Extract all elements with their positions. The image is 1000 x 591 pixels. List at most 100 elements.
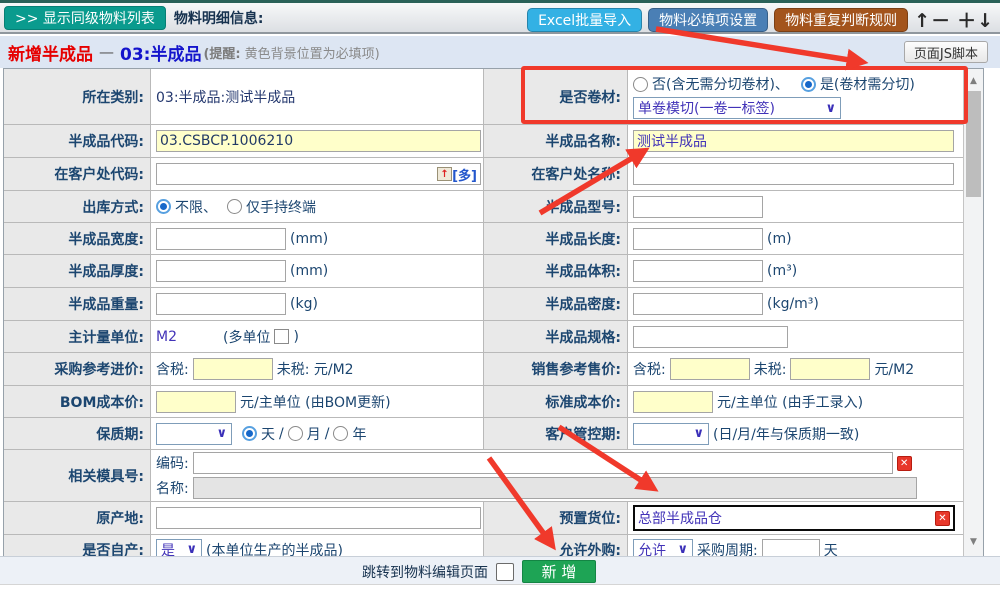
excel-batch-import-button[interactable]: Excel批量导入	[527, 8, 642, 32]
outsource-label: 允许外购:	[484, 535, 628, 557]
outbound-handheld-radio[interactable]	[227, 199, 242, 214]
outbound-any-radio[interactable]	[156, 199, 171, 214]
length-unit: (m)	[767, 231, 792, 247]
roll-no-label: 否(含无需分切卷材)、	[652, 74, 789, 94]
purchase-cycle-unit: 天	[824, 540, 838, 558]
std-cost-cell: 元/主单位 (由手工录入)	[628, 386, 963, 417]
shelf-year-label: 年	[352, 424, 366, 444]
multi-select-icon[interactable]: [多]	[452, 165, 477, 184]
preset-location-input[interactable]: 总部半成品仓 ✕	[633, 505, 955, 531]
origin-label: 原产地:	[4, 502, 151, 534]
width-unit: (mm)	[290, 231, 328, 247]
sale-untaxed-input[interactable]	[790, 358, 870, 380]
purchase-tax-label: 含税:	[156, 359, 189, 379]
category-title: 03:半成品	[120, 40, 201, 65]
weight-input[interactable]	[156, 293, 286, 315]
volume-label: 半成品体积:	[484, 255, 628, 287]
purchase-cycle-input[interactable]	[762, 539, 820, 558]
volume-cell: (m³)	[628, 255, 963, 287]
clear-location-icon[interactable]: ✕	[935, 511, 950, 526]
shelf-day-radio[interactable]	[242, 426, 257, 441]
clear-mold-icon[interactable]: ✕	[897, 456, 912, 471]
weight-cell: (kg)	[151, 288, 484, 320]
collapse-icon[interactable]: ↑－	[914, 6, 951, 33]
model-cell	[628, 191, 963, 222]
multi-unit-prefix: (多单位	[223, 327, 270, 347]
mold-code-label: 编码:	[156, 453, 189, 473]
shelf-life-select[interactable]: ∨	[156, 423, 232, 445]
scroll-down-icon[interactable]: ▼	[964, 534, 983, 550]
roll-no-radio[interactable]	[633, 77, 648, 92]
multi-unit-suffix: )	[293, 329, 298, 345]
page-title: 新增半成品	[8, 40, 93, 65]
scroll-up-icon[interactable]: ▲	[964, 73, 983, 89]
semi-product-name-input[interactable]: 测试半成品	[633, 130, 954, 152]
scrollbar-thumb[interactable]	[966, 91, 981, 197]
density-input[interactable]	[633, 293, 763, 315]
shelf-month-radio[interactable]	[288, 426, 303, 441]
model-input[interactable]	[633, 196, 763, 218]
outbound-handheld-label: 仅手持终端	[246, 197, 316, 217]
length-input[interactable]	[633, 228, 763, 250]
outsource-select[interactable]: 允许 ∨	[633, 539, 693, 558]
control-select[interactable]: ∨	[633, 423, 709, 445]
hint-text: 黄色背景位置为必填项)	[245, 43, 380, 62]
toolbar-right-group: Excel批量导入 物料必填项设置 物料重复判断规则 ↑－ ＋↓	[527, 6, 994, 33]
volume-input[interactable]	[633, 260, 763, 282]
shelf-day-label: 天	[261, 424, 275, 444]
sale-tax-input[interactable]	[670, 358, 750, 380]
required-fields-setting-button[interactable]: 物料必填项设置	[648, 8, 768, 32]
outbound-any-label: 不限、	[175, 197, 217, 217]
page-header: 新增半成品 — 03:半成品 (提醒: 黄色背景位置为必填项) 页面JS脚本	[0, 36, 1000, 68]
purchase-cycle-label: 采购周期:	[697, 540, 758, 558]
customer-code-input[interactable]: ↑ [多]	[156, 163, 481, 185]
row-purchase-sale-price: 采购参考进价: 含税: 未税: 元/M2 销售参考售价: 含税: 未税: 元/M…	[4, 353, 963, 386]
outsource-cell: 允许 ∨ 采购周期: 天	[628, 535, 963, 557]
self-made-label: 是否自产:	[4, 535, 151, 557]
width-cell: (mm)	[151, 223, 484, 254]
row-outbound-model: 出库方式: 不限、 仅手持终端 半成品型号:	[4, 191, 963, 223]
thickness-input[interactable]	[156, 260, 286, 282]
control-label: 客户管控期:	[484, 418, 628, 449]
mold-name-input	[193, 477, 917, 499]
shelf-year-radio[interactable]	[333, 426, 348, 441]
customer-name-input[interactable]	[633, 163, 954, 185]
std-cost-input[interactable]	[633, 391, 713, 413]
code-label: 半成品代码:	[4, 125, 151, 157]
chevron-down-icon: ∨	[186, 542, 197, 557]
self-made-suffix: (本单位生产的半成品)	[206, 540, 343, 558]
add-button[interactable]: 新 增	[522, 560, 596, 583]
self-made-select[interactable]: 是 ∨	[156, 539, 202, 558]
show-sibling-list-button[interactable]: >> 显示同级物料列表	[4, 6, 166, 30]
jump-to-edit-label: 跳转到物料编辑页面	[362, 562, 488, 582]
jump-to-edit-checkbox[interactable]	[496, 563, 514, 581]
bom-cost-suffix: 元/主单位 (由BOM更新)	[240, 392, 391, 412]
customer-name-cell	[628, 158, 963, 190]
vertical-scrollbar[interactable]: ▲ ▼	[963, 69, 983, 556]
sale-tax-label: 含税:	[633, 359, 666, 379]
main-unit-label: 主计量单位:	[4, 321, 151, 352]
cut-mode-select[interactable]: 单卷模切(一卷一标签) ∨	[633, 97, 841, 119]
width-input[interactable]	[156, 228, 286, 250]
density-cell: (kg/m³)	[628, 288, 963, 320]
bom-cost-cell: 元/主单位 (由BOM更新)	[151, 386, 484, 417]
duplicate-judge-rule-button[interactable]: 物料重复判断规则	[774, 8, 908, 32]
import-icon[interactable]: ↑	[437, 167, 452, 181]
roll-yes-radio[interactable]	[801, 77, 816, 92]
origin-input[interactable]	[156, 507, 481, 529]
spec-input[interactable]	[633, 326, 788, 348]
row-thickness-volume: 半成品厚度: (mm) 半成品体积: (m³)	[4, 255, 963, 288]
density-unit: (kg/m³)	[767, 296, 819, 312]
semi-product-code-input[interactable]: 03.CSBCP.1006210	[156, 130, 481, 152]
mold-code-input[interactable]	[193, 452, 893, 474]
page-js-script-button[interactable]: 页面JS脚本	[904, 41, 988, 63]
thickness-label: 半成品厚度:	[4, 255, 151, 287]
title-dash: —	[99, 43, 114, 61]
purchase-tax-input[interactable]	[193, 358, 273, 380]
shelf-life-label: 保质期:	[4, 418, 151, 449]
bom-cost-input[interactable]	[156, 391, 236, 413]
row-selfmade-outsource: 是否自产: 是 ∨ (本单位生产的半成品) 允许外购: 允许 ∨ 采购周期:	[4, 535, 963, 557]
multi-unit-checkbox[interactable]	[274, 329, 289, 344]
expand-icon[interactable]: ＋↓	[957, 6, 994, 33]
density-label: 半成品密度:	[484, 288, 628, 320]
